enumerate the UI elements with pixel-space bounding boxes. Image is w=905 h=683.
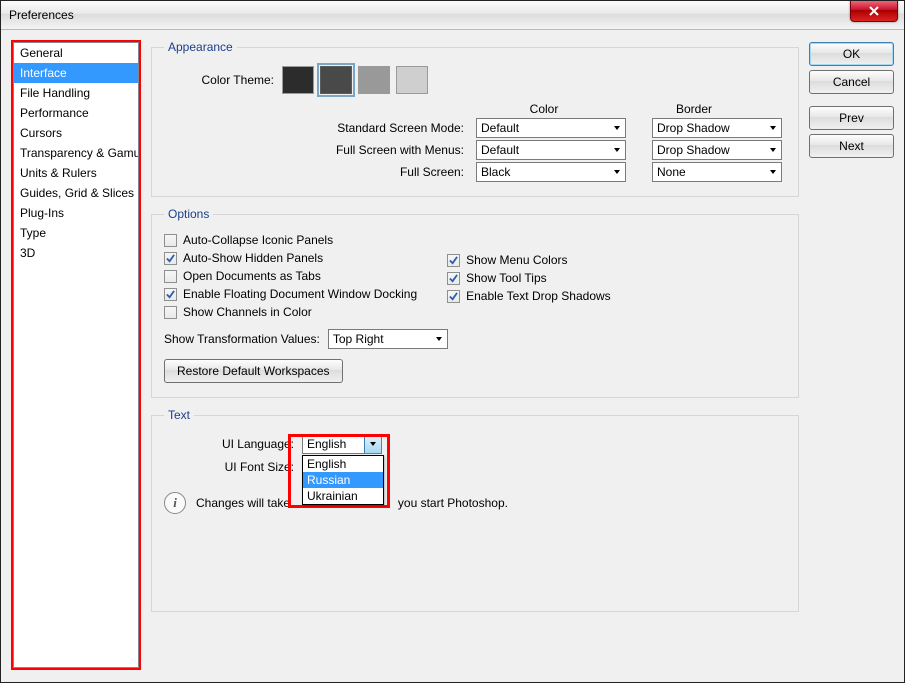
checkbox-label: Enable Floating Document Window Docking <box>183 287 417 301</box>
screen-mode-label: Standard Screen Mode: <box>164 121 468 135</box>
category-item[interactable]: Plug-Ins <box>14 203 138 223</box>
dialog-buttons: OK Cancel Prev Next <box>809 40 894 672</box>
window-title: Preferences <box>9 8 74 22</box>
checkbox-label: Enable Text Drop Shadows <box>466 289 611 303</box>
option-checkbox[interactable]: Auto-Show Hidden Panels <box>164 251 417 265</box>
transform-values-combo[interactable]: Top Right <box>328 329 448 349</box>
dialog-body: GeneralInterfaceFile HandlingPerformance… <box>1 30 904 682</box>
checkbox-label: Auto-Collapse Iconic Panels <box>183 233 333 247</box>
checkbox-icon <box>164 288 177 301</box>
chevron-down-icon <box>364 435 381 453</box>
dropdown-option[interactable]: Russian <box>303 472 383 488</box>
category-list[interactable]: GeneralInterfaceFile HandlingPerformance… <box>13 42 139 668</box>
checkbox-icon <box>164 306 177 319</box>
appearance-legend: Appearance <box>164 40 237 54</box>
checkbox-icon <box>164 270 177 283</box>
transform-values-label: Show Transformation Values: <box>164 332 320 346</box>
option-checkbox[interactable]: Enable Text Drop Shadows <box>447 289 611 303</box>
ui-language-label: UI Language: <box>164 437 294 451</box>
category-item[interactable]: Cursors <box>14 123 138 143</box>
category-item[interactable]: 3D <box>14 243 138 263</box>
restart-note-after: you start Photoshop. <box>395 496 508 510</box>
appearance-group: Appearance Color Theme: Color Border Sta… <box>151 40 799 197</box>
ui-language-combo[interactable]: English EnglishRussianUkrainian <box>302 434 382 454</box>
option-checkbox[interactable]: Show Menu Colors <box>447 253 611 267</box>
category-list-highlight: GeneralInterfaceFile HandlingPerformance… <box>11 40 141 670</box>
option-checkbox[interactable]: Auto-Collapse Iconic Panels <box>164 233 417 247</box>
chevron-down-icon <box>765 163 781 181</box>
prev-button[interactable]: Prev <box>809 106 894 130</box>
color-header: Color <box>464 102 624 116</box>
checkbox-label: Open Documents as Tabs <box>183 269 321 283</box>
chevron-down-icon <box>609 141 625 159</box>
restart-note-before: Changes will take <box>196 496 293 510</box>
category-item[interactable]: Interface <box>14 63 138 83</box>
options-right-column: Show Menu Colors Show Tool Tips Enable Tex… <box>447 231 611 321</box>
option-checkbox[interactable]: Open Documents as Tabs <box>164 269 417 283</box>
text-group: Text UI Language: English EnglishRussian… <box>151 408 799 612</box>
category-item[interactable]: General <box>14 43 138 63</box>
chevron-down-icon <box>431 330 447 348</box>
color-theme-swatch[interactable] <box>358 66 390 94</box>
border-header: Border <box>624 102 764 116</box>
color-theme-label: Color Theme: <box>164 73 274 87</box>
category-item[interactable]: Performance <box>14 103 138 123</box>
color-theme-swatch[interactable] <box>320 66 352 94</box>
category-item[interactable]: Guides, Grid & Slices <box>14 183 138 203</box>
close-icon <box>869 6 879 16</box>
preferences-window: Preferences GeneralInterfaceFile Handlin… <box>0 0 905 683</box>
checkbox-label: Show Tool Tips <box>466 271 547 285</box>
checkbox-label: Auto-Show Hidden Panels <box>183 251 323 265</box>
dropdown-option[interactable]: Ukrainian <box>303 488 383 504</box>
titlebar[interactable]: Preferences <box>1 1 904 30</box>
color-combo[interactable]: Default <box>476 140 626 160</box>
chevron-down-icon <box>765 119 781 137</box>
options-group: Options Auto-Collapse Iconic PanelsAuto-… <box>151 207 799 398</box>
options-legend: Options <box>164 207 213 221</box>
ui-language-dropdown[interactable]: EnglishRussianUkrainian <box>302 455 384 505</box>
dropdown-option[interactable]: English <box>303 456 383 472</box>
category-item[interactable]: Transparency & Gamut <box>14 143 138 163</box>
screen-mode-label: Full Screen: <box>164 165 468 179</box>
chevron-down-icon <box>609 119 625 137</box>
color-theme-swatch[interactable] <box>396 66 428 94</box>
category-item[interactable]: Units & Rulers <box>14 163 138 183</box>
border-combo[interactable]: Drop Shadow <box>652 140 782 160</box>
cancel-button[interactable]: Cancel <box>809 70 894 94</box>
border-combo[interactable]: Drop Shadow <box>652 118 782 138</box>
chevron-down-icon <box>765 141 781 159</box>
ui-font-size-label: UI Font Size: <box>164 460 294 474</box>
checkbox-label: Show Channels in Color <box>183 305 312 319</box>
options-left-column: Auto-Collapse Iconic Panels Auto-Show Hid… <box>164 231 417 321</box>
category-item[interactable]: File Handling <box>14 83 138 103</box>
checkbox-icon <box>164 252 177 265</box>
close-button[interactable] <box>850 1 898 22</box>
text-legend: Text <box>164 408 194 422</box>
settings-panel: Appearance Color Theme: Color Border Sta… <box>151 40 799 672</box>
ok-button[interactable]: OK <box>809 42 894 66</box>
color-combo[interactable]: Default <box>476 118 626 138</box>
restore-workspaces-button[interactable]: Restore Default Workspaces <box>164 359 343 383</box>
checkbox-icon <box>447 272 460 285</box>
checkbox-icon <box>447 290 460 303</box>
option-checkbox[interactable]: Show Channels in Color <box>164 305 417 319</box>
checkbox-icon <box>447 254 460 267</box>
checkbox-icon <box>164 234 177 247</box>
border-combo[interactable]: None <box>652 162 782 182</box>
checkbox-label: Show Menu Colors <box>466 253 567 267</box>
color-combo[interactable]: Black <box>476 162 626 182</box>
option-checkbox[interactable]: Enable Floating Document Window Docking <box>164 287 417 301</box>
category-item[interactable]: Type <box>14 223 138 243</box>
color-theme-swatches <box>282 66 428 94</box>
color-theme-swatch[interactable] <box>282 66 314 94</box>
info-icon: i <box>164 492 186 514</box>
screen-mode-label: Full Screen with Menus: <box>164 143 468 157</box>
chevron-down-icon <box>609 163 625 181</box>
next-button[interactable]: Next <box>809 134 894 158</box>
option-checkbox[interactable]: Show Tool Tips <box>447 271 611 285</box>
